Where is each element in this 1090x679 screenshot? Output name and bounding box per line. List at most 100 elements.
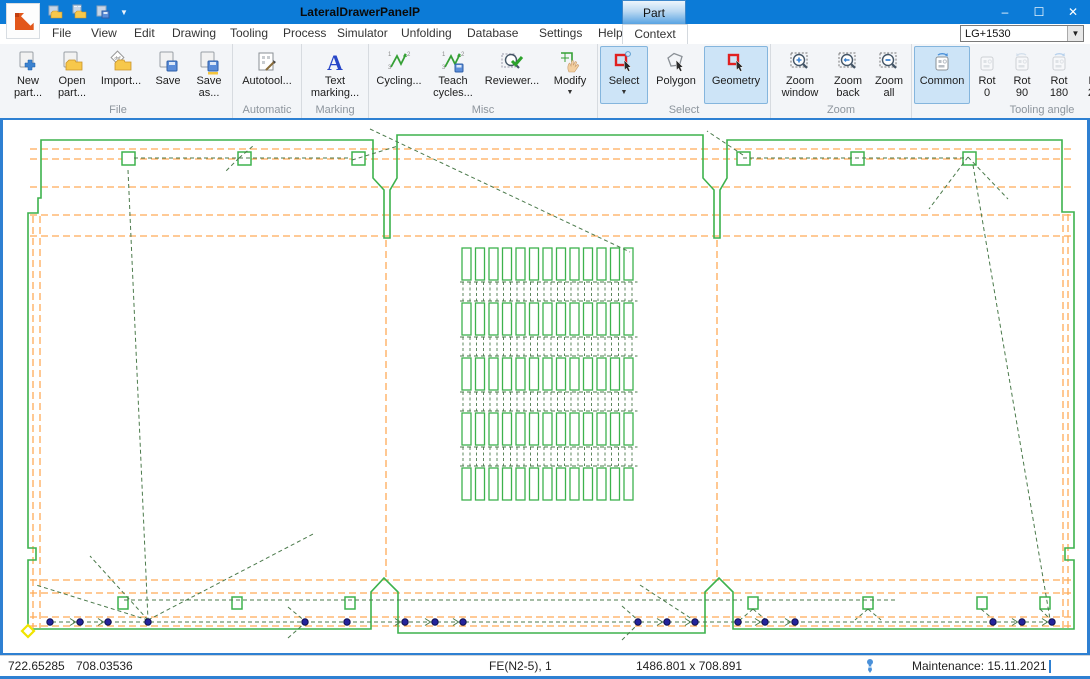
- button-label: Geometry: [712, 76, 760, 88]
- button-label: Zoom window: [777, 76, 823, 100]
- button-label: Text marking...: [308, 76, 362, 100]
- qat-save-icon[interactable]: [94, 3, 112, 21]
- app-logo-icon[interactable]: [6, 3, 40, 39]
- machine-selector-dropdown-icon[interactable]: ▼: [1067, 26, 1083, 41]
- button-label: Rot 270: [1082, 76, 1090, 100]
- menu-item-context[interactable]: Context: [622, 24, 688, 45]
- dropdown-caret-icon[interactable]: ▼: [567, 89, 574, 96]
- reviewer-button[interactable]: Reviewer...: [479, 46, 545, 104]
- menu-item-view[interactable]: View: [85, 24, 123, 43]
- button-label: Zoom all: [873, 76, 905, 100]
- status-cursor-y: 708.03536: [76, 659, 133, 673]
- menu-item-unfolding[interactable]: Unfolding: [395, 24, 458, 43]
- polygon-button[interactable]: Polygon: [648, 46, 704, 104]
- button-label: Rot 0: [974, 76, 1000, 100]
- text-marking-icon: A: [322, 49, 348, 75]
- button-label: Cycling...: [376, 76, 421, 88]
- common-button[interactable]: Common: [914, 46, 970, 104]
- reviewer-icon: [499, 49, 525, 75]
- close-button[interactable]: ✕: [1056, 0, 1090, 24]
- button-label: Save as...: [192, 76, 226, 100]
- menu-item-edit[interactable]: Edit: [128, 24, 161, 43]
- maintenance-icon: [864, 658, 876, 677]
- svg-text:A: A: [327, 50, 343, 75]
- teach-cycles-icon: 123: [440, 49, 466, 75]
- menu-item-file[interactable]: File: [46, 24, 77, 43]
- rot-180-button[interactable]: Rot 180: [1040, 46, 1078, 104]
- status-maintenance: Maintenance: 15.11.2021: [912, 659, 1047, 673]
- open-part-button[interactable]: Open part...: [50, 46, 94, 104]
- ribbon-group-marking: AText marking...Marking: [302, 44, 369, 118]
- button-label: Import...: [101, 76, 141, 88]
- ribbon-group-label: Automatic: [235, 104, 299, 118]
- menu-item-database[interactable]: Database: [461, 24, 524, 43]
- menu-item-settings[interactable]: Settings: [533, 24, 588, 43]
- maximize-button[interactable]: ☐: [1022, 0, 1056, 24]
- status-cursor-x: 722.65285: [8, 659, 65, 673]
- button-label: Rot 180: [1044, 76, 1074, 100]
- status-part-size: 1486.801 x 708.891: [636, 659, 742, 673]
- save-button[interactable]: Save: [148, 46, 188, 104]
- button-label: Rot 90: [1008, 76, 1036, 100]
- ribbon-group-label: Misc: [371, 104, 595, 118]
- geometry-button[interactable]: Geometry: [704, 46, 768, 104]
- application-window: ▼ LateralDrawerPanelP Part – ☐ ✕ LG+1530…: [0, 0, 1090, 679]
- select-icon: [611, 49, 637, 75]
- button-label: Modify: [554, 76, 586, 88]
- modify-hand-icon: [557, 49, 583, 75]
- ribbon-group-tooling-angle: CommonRot 0Rot 90Rot 180Rot 270Modify...…: [912, 44, 1090, 118]
- ribbon-group-label: File: [6, 104, 230, 118]
- button-label: Polygon: [656, 76, 696, 88]
- button-label: Autotool...: [242, 76, 292, 88]
- qat-open-icon[interactable]: [46, 3, 64, 21]
- quick-access-toolbar: ▼: [46, 3, 128, 21]
- rot-90-button[interactable]: Rot 90: [1004, 46, 1040, 104]
- zoom-all-button[interactable]: Zoom all: [869, 46, 909, 104]
- autotool-icon: [254, 49, 280, 75]
- text-marking-button[interactable]: AText marking...: [304, 46, 366, 104]
- import-button[interactable]: dxfImport...: [94, 46, 148, 104]
- rot-0-button[interactable]: Rot 0: [970, 46, 1004, 104]
- button-label: Teach cycles...: [431, 76, 475, 100]
- menu-item-tooling[interactable]: Tooling: [224, 24, 274, 43]
- part-drawing[interactable]: [3, 120, 1087, 653]
- button-label: Select: [609, 76, 640, 88]
- svg-text:1: 1: [442, 52, 446, 58]
- ribbon-group-misc: 123Cycling...123Teach cycles...Reviewer.…: [369, 44, 598, 118]
- save-icon: [155, 49, 181, 75]
- button-label: Save: [155, 76, 180, 88]
- contextual-tab-part[interactable]: Part: [622, 0, 686, 24]
- menu-item-process[interactable]: Process: [277, 24, 332, 43]
- drawing-canvas[interactable]: [0, 118, 1090, 655]
- status-separator: [1049, 660, 1051, 673]
- ribbon-group-select: Select▼ Polygon Geometry Select: [598, 44, 771, 118]
- modify-button[interactable]: Modify▼: [545, 46, 595, 104]
- menu-item-simulator[interactable]: Simulator: [331, 24, 394, 43]
- open-part-icon: [59, 49, 85, 75]
- teach-cycles-button[interactable]: 123Teach cycles...: [427, 46, 479, 104]
- minimize-button[interactable]: –: [988, 0, 1022, 24]
- button-label: Common: [920, 76, 965, 88]
- ribbon-toolbar: New part...Open part...dxfImport...SaveS…: [0, 44, 1090, 120]
- machine-selector[interactable]: LG+1530 ▼: [960, 25, 1084, 42]
- menu-item-drawing[interactable]: Drawing: [166, 24, 222, 43]
- zoom-back-button[interactable]: Zoom back: [827, 46, 869, 104]
- qat-open-special-icon[interactable]: [70, 3, 88, 21]
- button-label: Open part...: [54, 76, 90, 100]
- rot-270-button[interactable]: Rot 270: [1078, 46, 1090, 104]
- cycling-button[interactable]: 123Cycling...: [371, 46, 427, 104]
- select-button[interactable]: Select▼: [600, 46, 648, 104]
- autotool-button[interactable]: Autotool...: [235, 46, 299, 104]
- save-as-button[interactable]: Save as...: [188, 46, 230, 104]
- zoom-window-icon: [787, 49, 813, 75]
- svg-text:1: 1: [388, 52, 392, 58]
- geometry-icon: [723, 49, 749, 75]
- zoom-window-button[interactable]: Zoom window: [773, 46, 827, 104]
- qat-customize-caret-icon[interactable]: ▼: [120, 8, 128, 17]
- dropdown-caret-icon[interactable]: ▼: [621, 89, 628, 96]
- ribbon-group-label: Marking: [304, 104, 366, 118]
- button-label: Zoom back: [831, 76, 865, 100]
- new-part-button[interactable]: New part...: [6, 46, 50, 104]
- import-icon: dxf: [108, 49, 134, 75]
- save-as-icon: [196, 49, 222, 75]
